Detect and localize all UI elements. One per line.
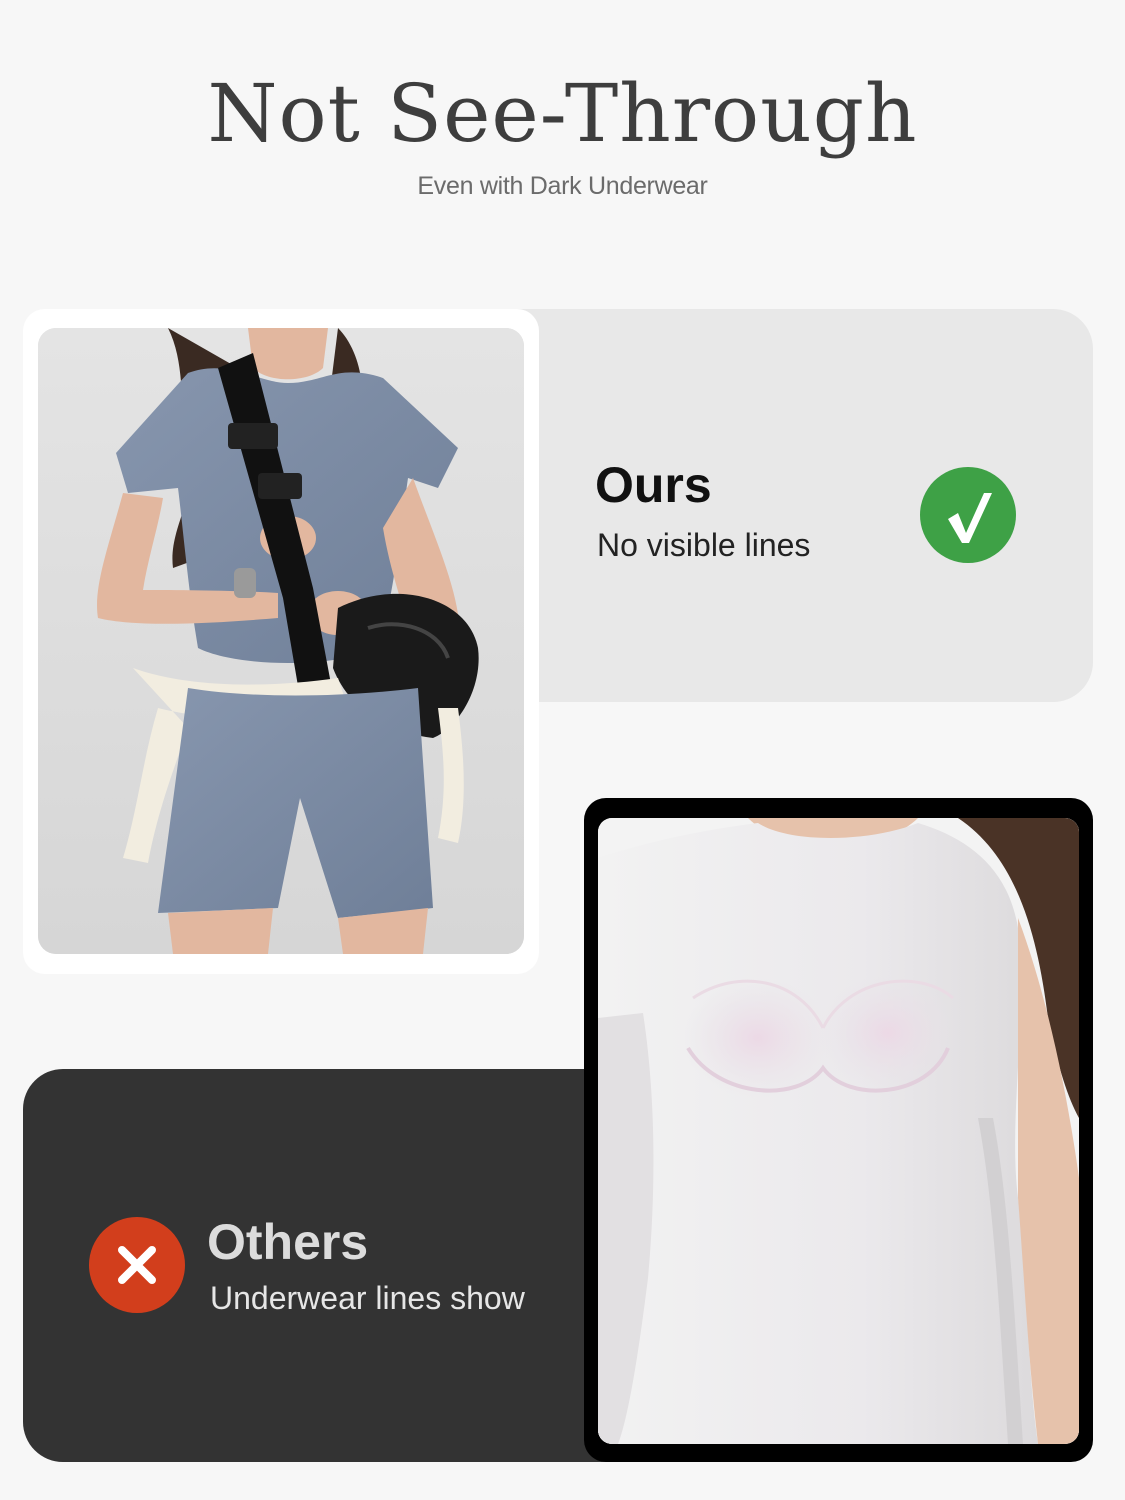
others-product-photo [598, 818, 1079, 1444]
x-badge [89, 1217, 185, 1313]
check-badge [920, 467, 1016, 563]
page-subtitle: Even with Dark Underwear [417, 172, 708, 200]
ours-product-photo [38, 328, 524, 954]
ours-description: No visible lines [597, 527, 811, 563]
model-blue-outfit-illustration [38, 328, 524, 954]
others-label: Others [207, 1214, 369, 1270]
model-white-tee-illustration [598, 818, 1079, 1444]
x-icon [118, 1246, 156, 1284]
others-description: Underwear lines show [210, 1280, 525, 1316]
check-icon [948, 493, 992, 543]
ours-label: Ours [595, 457, 712, 513]
page-title: Not See-Through [207, 67, 918, 160]
